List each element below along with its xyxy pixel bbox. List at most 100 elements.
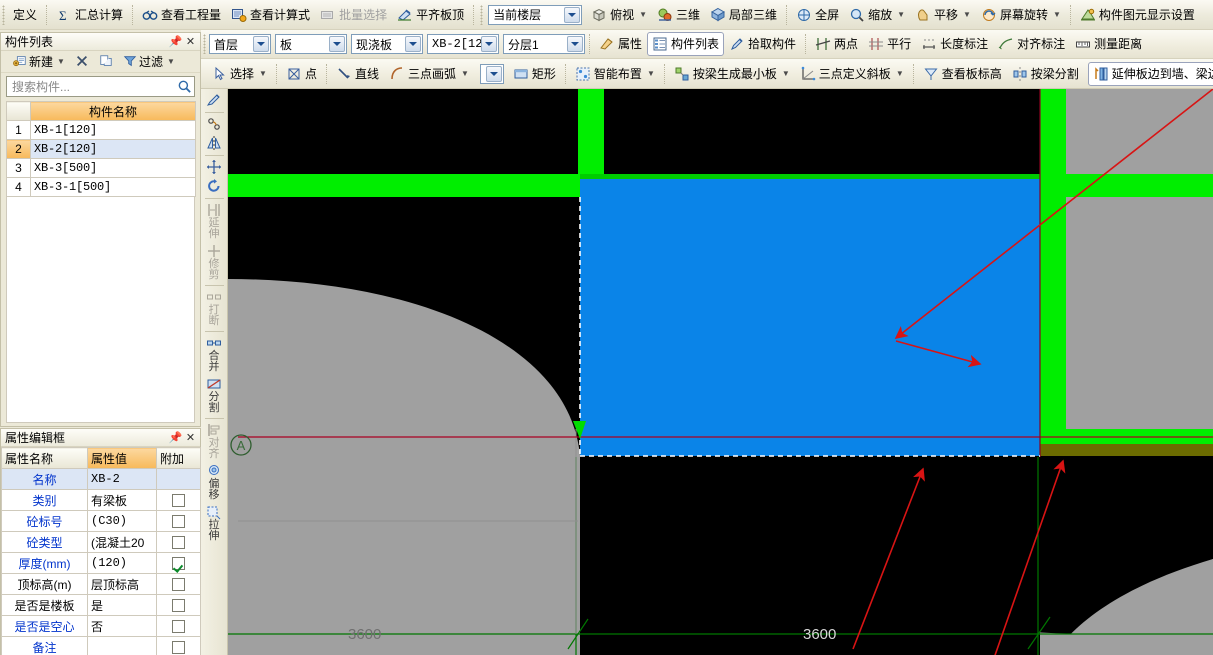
attach-checkbox[interactable] bbox=[172, 515, 185, 529]
attach-checkbox[interactable] bbox=[172, 599, 185, 613]
btn-line[interactable]: 直线 bbox=[331, 62, 384, 86]
menu-zoom[interactable]: 缩放 ▼ bbox=[844, 3, 910, 27]
property-value[interactable]: 有梁板 bbox=[87, 489, 157, 511]
menu-screen-rotate[interactable]: 屏幕旋转 ▼ bbox=[976, 3, 1066, 27]
close-icon[interactable]: ✕ bbox=[183, 430, 198, 445]
btn-three-point-arc[interactable]: 三点画弧 ▼ bbox=[384, 62, 474, 86]
chevron-down-icon[interactable] bbox=[567, 36, 583, 52]
btn-split-by-beam[interactable]: 按梁分割 bbox=[1007, 62, 1084, 86]
property-value[interactable]: (混凝土20 bbox=[87, 531, 157, 553]
floor-scope-combo[interactable]: 当前楼层 bbox=[488, 4, 583, 25]
property-attach[interactable] bbox=[156, 636, 201, 655]
filter-button[interactable]: 过滤 ▼ bbox=[119, 51, 179, 72]
chevron-down-icon[interactable] bbox=[564, 6, 581, 23]
component-table-empty-area[interactable] bbox=[6, 197, 195, 423]
toolbar-grip[interactable] bbox=[2, 4, 5, 25]
chevron-down-icon[interactable] bbox=[481, 36, 497, 52]
chevron-down-icon[interactable]: ▼ bbox=[782, 69, 790, 78]
property-attach[interactable] bbox=[156, 615, 201, 637]
category-combo[interactable]: 板 bbox=[275, 34, 347, 54]
chevron-down-icon[interactable]: ▼ bbox=[897, 10, 905, 19]
menu-local-three-d[interactable]: 局部三维 bbox=[705, 3, 782, 27]
btn-properties[interactable]: 属性 bbox=[594, 32, 647, 56]
btn-point[interactable]: 点 bbox=[281, 62, 322, 86]
menu-fullscreen[interactable]: 全屏 bbox=[791, 3, 844, 27]
menu-three-d[interactable]: 三维 bbox=[652, 3, 705, 27]
property-row-thickness[interactable]: 厚度(mm) (120) bbox=[1, 552, 201, 574]
menu-flush-slab-top[interactable]: 平齐板顶 bbox=[392, 3, 469, 27]
canvas-drawing[interactable]: A 3600 3600 bbox=[228, 89, 1213, 655]
btn-two-point[interactable]: 两点 bbox=[810, 32, 863, 56]
property-value[interactable]: (120) bbox=[87, 552, 157, 574]
property-row-name[interactable]: 名称 XB-2 bbox=[1, 468, 201, 490]
tool-brush[interactable] bbox=[202, 91, 227, 110]
menu-summary-calc[interactable]: Σ 汇总计算 bbox=[51, 3, 128, 27]
btn-align-dimension[interactable]: 对齐标注 bbox=[993, 32, 1070, 56]
chevron-down-icon[interactable] bbox=[329, 36, 345, 52]
menu-view-quantity[interactable]: 查看工程量 bbox=[137, 3, 226, 27]
chevron-down-icon[interactable] bbox=[485, 65, 502, 82]
layer-combo[interactable]: 分层1 bbox=[503, 34, 585, 54]
property-value[interactable]: 层顶标高 bbox=[87, 573, 157, 595]
tool-rotate-copy[interactable] bbox=[202, 115, 227, 134]
line-style-combo[interactable] bbox=[479, 63, 504, 84]
property-row-concrete-grade[interactable]: 砼标号 (C30) bbox=[1, 510, 201, 532]
menu-batch-select[interactable]: 批量选择 bbox=[315, 3, 392, 27]
component-combo[interactable]: XB-2[120] bbox=[427, 34, 499, 54]
chevron-down-icon[interactable]: ▼ bbox=[259, 69, 267, 78]
tool-rotate[interactable] bbox=[202, 177, 227, 196]
table-row[interactable]: 4 XB-3-1[500] bbox=[6, 177, 196, 197]
chevron-down-icon[interactable]: ▼ bbox=[167, 57, 175, 66]
property-row-is-hollow[interactable]: 是否是空心 否 bbox=[1, 615, 201, 637]
property-attach[interactable] bbox=[156, 489, 201, 511]
menu-define[interactable]: 定义 bbox=[8, 3, 42, 27]
selected-slab[interactable] bbox=[580, 179, 1040, 456]
btn-min-slab-by-beam[interactable]: 按梁生成最小板 ▼ bbox=[669, 62, 795, 86]
attach-checkbox[interactable] bbox=[172, 578, 185, 592]
toolbar-grip[interactable] bbox=[480, 4, 484, 25]
property-row-is-floor-slab[interactable]: 是否是楼板 是 bbox=[1, 594, 201, 616]
chevron-down-icon[interactable]: ▼ bbox=[896, 69, 904, 78]
tool-move[interactable] bbox=[202, 158, 227, 177]
attach-checkbox[interactable] bbox=[172, 536, 185, 550]
tool-mirror[interactable] bbox=[202, 134, 227, 153]
property-row-top-elevation[interactable]: 顶标高(m) 层顶标高 bbox=[1, 573, 201, 595]
tool-stretch[interactable]: 拉伸 bbox=[202, 503, 227, 544]
property-attach[interactable] bbox=[156, 531, 201, 553]
btn-rectangle[interactable]: 矩形 bbox=[508, 62, 561, 86]
attach-checkbox[interactable] bbox=[172, 641, 185, 655]
property-value[interactable]: XB-2 bbox=[87, 468, 157, 490]
chevron-down-icon[interactable]: ▼ bbox=[1053, 10, 1061, 19]
btn-parallel[interactable]: 平行 bbox=[863, 32, 916, 56]
property-attach[interactable] bbox=[156, 573, 201, 595]
property-row-concrete-type[interactable]: 砼类型 (混凝土20 bbox=[1, 531, 201, 553]
search-box[interactable] bbox=[6, 76, 195, 97]
property-attach[interactable] bbox=[156, 510, 201, 532]
property-attach[interactable] bbox=[156, 552, 201, 574]
tool-extend[interactable]: 延伸 bbox=[202, 201, 227, 242]
tool-merge[interactable]: 合并 bbox=[202, 334, 227, 375]
property-row-remark[interactable]: 备注 bbox=[1, 636, 201, 655]
btn-component-list[interactable]: 构件列表 bbox=[647, 32, 725, 56]
menu-display-settings[interactable]: 构件图元显示设置 bbox=[1075, 3, 1200, 27]
pin-icon[interactable]: 📌 bbox=[168, 430, 183, 445]
search-icon[interactable] bbox=[177, 79, 192, 95]
btn-length-dimension[interactable]: 长度标注 bbox=[916, 32, 993, 56]
drawing-canvas[interactable]: A 3600 3600 bbox=[228, 89, 1213, 655]
table-row[interactable]: 3 XB-3[500] bbox=[6, 158, 196, 178]
floor-combo[interactable]: 首层 bbox=[209, 34, 271, 54]
btn-extend-slab-edge[interactable]: 延伸板边到墙、梁边 bbox=[1087, 61, 1213, 86]
property-row-category[interactable]: 类别 有梁板 bbox=[1, 489, 201, 511]
tool-align[interactable]: 对齐 bbox=[202, 421, 227, 462]
btn-pick-component[interactable]: 拾取构件 bbox=[724, 32, 801, 56]
property-value[interactable]: (C30) bbox=[87, 510, 157, 532]
btn-view-slab-elevation[interactable]: 查看板标高 bbox=[918, 62, 1007, 86]
property-attach[interactable] bbox=[156, 594, 201, 616]
tool-offset[interactable]: 偏移 bbox=[202, 462, 227, 503]
chevron-down-icon[interactable]: ▼ bbox=[639, 10, 647, 19]
table-row[interactable]: 1 XB-1[120] bbox=[6, 120, 196, 140]
search-input[interactable] bbox=[12, 79, 177, 94]
property-value[interactable]: 否 bbox=[87, 615, 157, 637]
chevron-down-icon[interactable]: ▼ bbox=[57, 57, 65, 66]
btn-three-point-slope[interactable]: 三点定义斜板 ▼ bbox=[795, 62, 909, 86]
